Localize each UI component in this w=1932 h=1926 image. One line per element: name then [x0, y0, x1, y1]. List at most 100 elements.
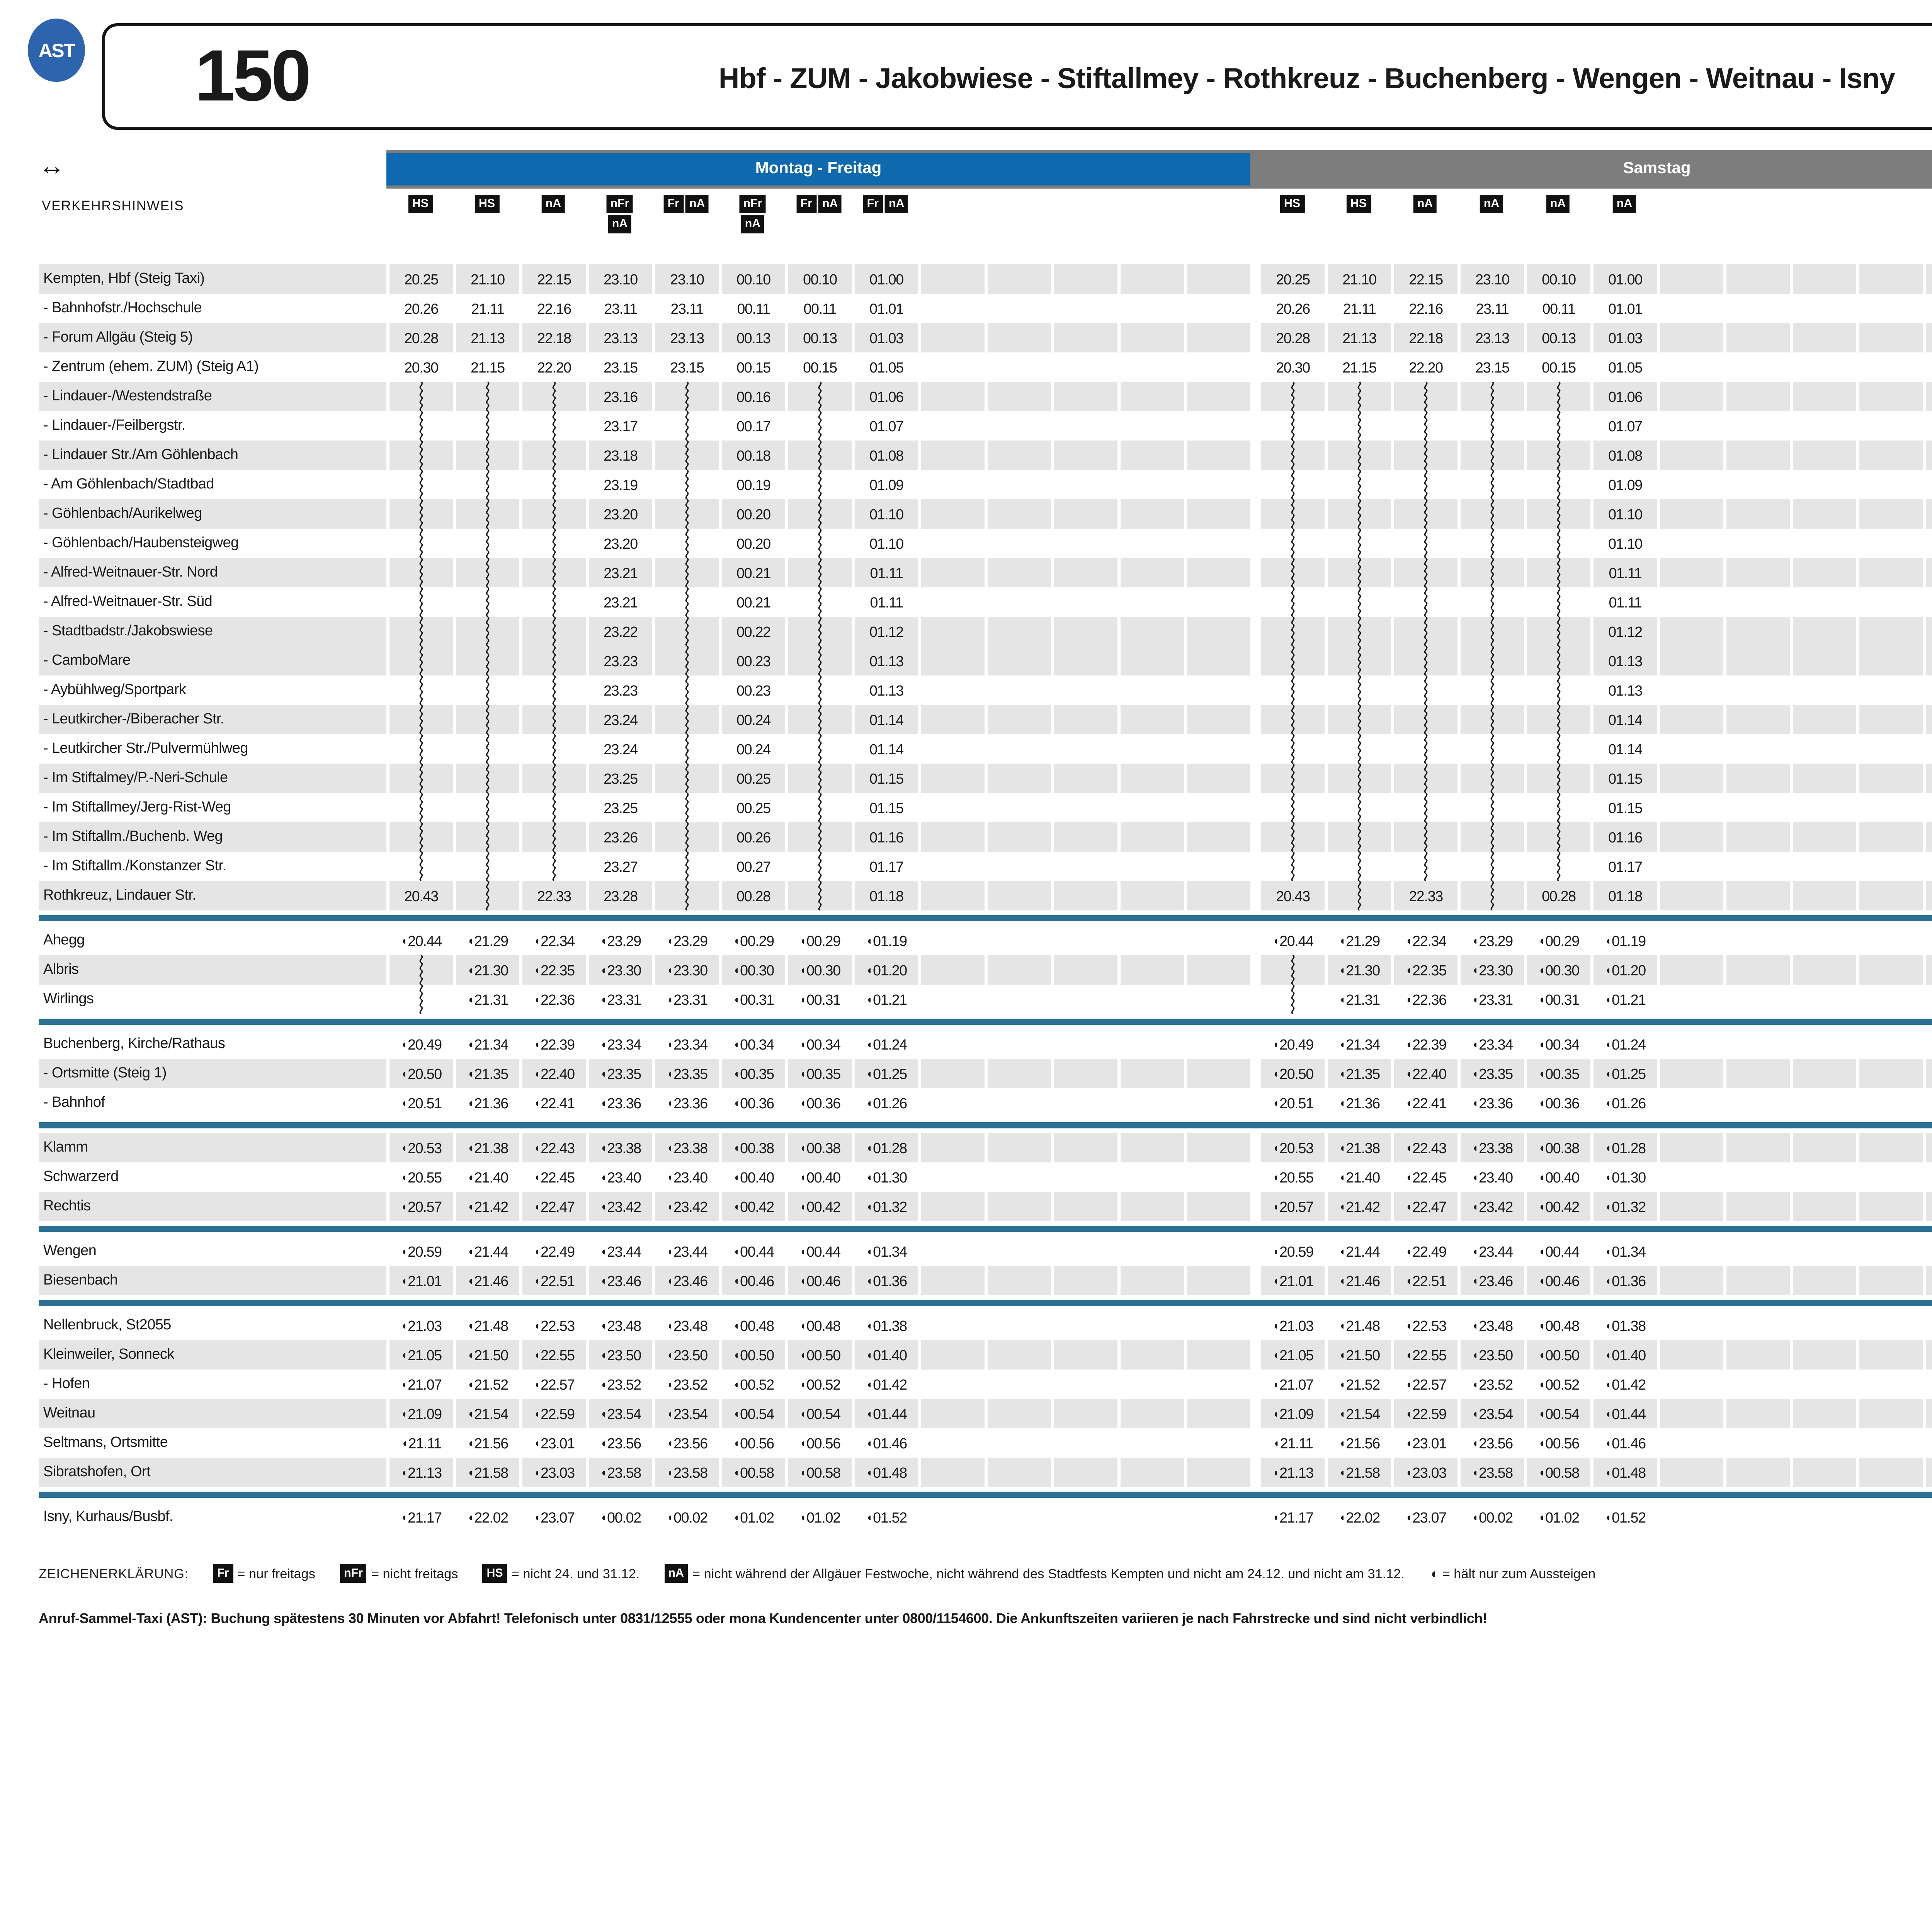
time-cell: [1790, 705, 1856, 734]
alight-only-icon: ◖: [600, 1435, 606, 1449]
time-cell: ◖22.41: [519, 1088, 586, 1118]
time-cell: [918, 764, 985, 793]
time-cell: 01.12: [1590, 617, 1657, 646]
time-cell: [1723, 264, 1790, 294]
time-cell: [1258, 470, 1325, 499]
time-cell: [785, 499, 852, 529]
alight-only-icon: ◖: [1405, 1465, 1412, 1479]
alight-only-icon: ◖: [1405, 1244, 1412, 1257]
time-cell: ◖01.48: [852, 1458, 918, 1487]
service-tag-group: HS: [1347, 195, 1371, 215]
time-cell: [918, 675, 985, 705]
time-cell: [785, 411, 852, 441]
alight-only-icon: ◖: [866, 933, 872, 947]
time-cell: [1325, 705, 1391, 734]
time-cell: ◖23.44: [652, 1237, 719, 1266]
time-cell: ◖00.58: [719, 1458, 785, 1487]
service-tag-line: nA: [1546, 195, 1570, 213]
section-separator: [39, 1226, 1932, 1232]
time-cell: [1657, 1266, 1723, 1295]
time-cell: [1458, 705, 1524, 734]
alight-only-icon: ◖: [467, 1273, 473, 1287]
time-cell: ◖01.32: [852, 1192, 918, 1221]
time-cell: ◖01.40: [852, 1340, 918, 1370]
time-cell: [918, 352, 985, 382]
alight-only-icon: ◖: [667, 1244, 673, 1257]
time-cell: 00.23: [719, 646, 785, 675]
alight-only-icon: ◖: [1272, 1169, 1279, 1183]
time-cell: ◖21.38: [453, 1133, 519, 1162]
time-cell: ◖21.46: [1325, 1266, 1391, 1295]
skip-squiggle-icon: [482, 470, 493, 499]
skip-squiggle-icon: [482, 411, 493, 441]
alight-only-icon: ◖: [799, 1406, 806, 1420]
skip-squiggle-icon: [682, 764, 692, 793]
skip-squiggle-icon: [1287, 955, 1298, 985]
time-cell: [1723, 1029, 1790, 1059]
skip-squiggle-icon: [1354, 675, 1365, 705]
time-cell: 23.21: [586, 587, 652, 617]
alight-only-icon: ◖: [534, 1376, 540, 1390]
alight-only-icon: ◖: [1472, 1066, 1478, 1080]
time-cell: [1790, 646, 1856, 675]
alight-only-icon: ◖: [1538, 933, 1544, 947]
station-name: Nellenbruck, St2055: [39, 1311, 386, 1340]
time-cell: [1184, 955, 1250, 985]
time-cell: [985, 558, 1051, 587]
alight-only-icon: ◖: [1472, 1406, 1478, 1420]
time-cell: [1391, 646, 1458, 675]
time-cell: ◖01.38: [852, 1311, 918, 1340]
time-cell: [1184, 1428, 1250, 1458]
alight-only-icon: ◖: [1605, 1095, 1611, 1109]
skip-squiggle-icon: [1354, 852, 1365, 881]
time-cell: 22.20: [1391, 352, 1458, 382]
time-cell: [453, 675, 519, 705]
time-cell: ◖01.02: [719, 1502, 785, 1532]
section-gap: [1250, 881, 1258, 910]
section-gap: [1250, 558, 1258, 587]
time-cell: [918, 529, 985, 558]
time-cell: [386, 955, 453, 985]
time-cell: [652, 675, 719, 705]
time-cell: ◖23.31: [586, 985, 652, 1014]
alight-only-icon: ◖: [467, 1036, 473, 1050]
time-cell: 01.14: [852, 734, 918, 764]
time-cell: [386, 705, 453, 734]
time-cell: [386, 675, 453, 705]
time-cell: [1117, 852, 1184, 881]
time-cell: ◖00.54: [719, 1399, 785, 1428]
time-cell: [1723, 764, 1790, 793]
time-cell: [918, 1311, 985, 1340]
time-cell: [1117, 1237, 1184, 1266]
skip-squiggle-icon: [416, 793, 427, 822]
time-cell: [652, 470, 719, 499]
time-cell: [1051, 985, 1117, 1014]
time-cell: [1923, 1237, 1932, 1266]
time-cell: ◖21.09: [386, 1399, 453, 1428]
time-cell: [1723, 881, 1790, 910]
skip-squiggle-icon: [1420, 411, 1431, 441]
time-cell: 20.26: [1258, 294, 1325, 323]
time-cell: ◖01.32: [1590, 1192, 1657, 1221]
time-cell: [1657, 764, 1723, 793]
time-cell: [1117, 734, 1184, 764]
time-cell: [918, 705, 985, 734]
time-cell: [985, 985, 1051, 1014]
time-cell: [1051, 558, 1117, 587]
time-cell: 23.10: [1458, 264, 1524, 294]
alight-only-icon: ◖: [1405, 1036, 1412, 1050]
skip-squiggle-icon: [416, 764, 427, 793]
time-cell: 00.13: [1524, 323, 1590, 352]
time-cell: [1051, 470, 1117, 499]
alight-only-icon: ◖: [799, 1465, 806, 1479]
time-cell: [1657, 1399, 1723, 1428]
alight-only-icon: ◖: [1472, 1273, 1478, 1287]
section-gap: [1250, 1399, 1258, 1428]
section-gap: [1250, 705, 1258, 734]
alight-only-icon: ◖: [1272, 1199, 1279, 1213]
alight-only-icon: ◖: [1272, 1244, 1279, 1257]
time-cell: [1923, 646, 1932, 675]
alight-only-icon: ◖: [534, 1036, 540, 1050]
skip-squiggle-icon: [416, 822, 427, 852]
alight-only-icon: ◖: [1538, 1347, 1544, 1361]
